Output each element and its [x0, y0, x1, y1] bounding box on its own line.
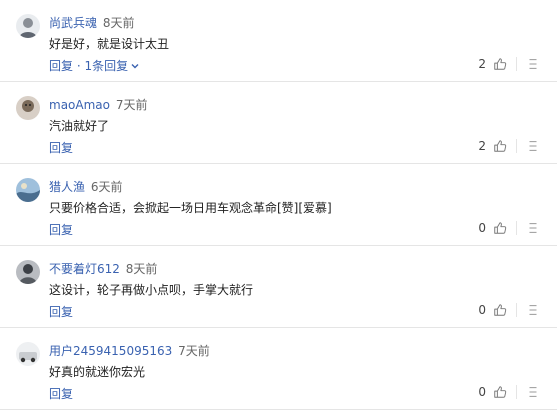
reply-button[interactable]: 回复 — [49, 141, 73, 155]
username[interactable]: maoAmao — [49, 98, 110, 112]
comment-time: 7天前 — [115, 98, 148, 112]
more-icon[interactable] — [525, 220, 541, 236]
avatar[interactable] — [16, 342, 40, 366]
comment-time: 6天前 — [90, 180, 123, 194]
expand-replies-label: · 1条回复 — [76, 59, 129, 73]
comment-item: 猎人渔 6天前 只要价格合适，会掀起一场日用车观念革命[赞][爱慕] 回复 0 — [0, 164, 557, 246]
comment-text: 只要价格合适，会掀起一场日用车观念革命[赞][爱慕] — [49, 201, 332, 215]
comment-time: 7天前 — [178, 344, 210, 358]
avatar[interactable] — [16, 14, 40, 38]
avatar[interactable] — [16, 96, 40, 120]
like-count: 2 — [478, 57, 486, 71]
comment-text: 汽油就好了 — [49, 119, 110, 133]
more-icon[interactable] — [525, 138, 541, 154]
comment-time: 8天前 — [125, 262, 158, 276]
comment-time: 8天前 — [102, 16, 135, 30]
comment-text: 这设计，轮子再做小点呗，手掌大就行 — [49, 283, 254, 297]
thumbs-up-icon[interactable] — [492, 56, 508, 72]
divider — [516, 385, 517, 399]
thumbs-up-icon[interactable] — [492, 302, 508, 318]
more-icon[interactable] — [525, 56, 541, 72]
reply-button[interactable]: 回复 — [49, 223, 73, 237]
avatar[interactable] — [16, 178, 40, 202]
divider — [516, 139, 517, 153]
comment-item: maoAmao 7天前 汽油就好了 回复 2 — [0, 82, 557, 164]
divider — [516, 303, 517, 317]
thumbs-up-icon[interactable] — [492, 220, 508, 236]
chevron-down-icon — [130, 58, 140, 76]
comment-text: 好真的就迷你宏光 — [49, 365, 146, 379]
like-count: 2 — [478, 139, 486, 153]
comment-text: 好是好，就是设计太丑 — [49, 37, 170, 51]
comment-item: 不要着灯612 8天前 这设计，轮子再做小点呗，手掌大就行 回复 0 — [0, 246, 557, 328]
like-count: 0 — [478, 221, 486, 235]
thumbs-up-icon[interactable] — [492, 384, 508, 400]
username[interactable]: 尚武兵魂 — [49, 16, 97, 30]
reply-button[interactable]: 回复 — [49, 387, 73, 401]
divider — [516, 221, 517, 235]
comment-item: 尚武兵魂 8天前 好是好，就是设计太丑 回复 · 1条回复 2 — [0, 0, 557, 82]
reply-button[interactable]: 回复 — [49, 305, 73, 319]
like-count: 0 — [478, 303, 486, 317]
username[interactable]: 用户2459415095163 — [49, 344, 172, 358]
divider — [516, 57, 517, 71]
more-icon[interactable] — [525, 302, 541, 318]
username[interactable]: 不要着灯612 — [49, 262, 120, 276]
username[interactable]: 猎人渔 — [49, 180, 85, 194]
like-count: 0 — [478, 385, 486, 399]
more-icon[interactable] — [525, 384, 541, 400]
expand-replies-button[interactable]: · 1条回复 — [77, 59, 140, 73]
thumbs-up-icon[interactable] — [492, 138, 508, 154]
comment-item: 用户2459415095163 7天前 好真的就迷你宏光 回复 0 — [0, 328, 557, 410]
reply-button[interactable]: 回复 — [49, 59, 73, 73]
avatar[interactable] — [16, 260, 40, 284]
